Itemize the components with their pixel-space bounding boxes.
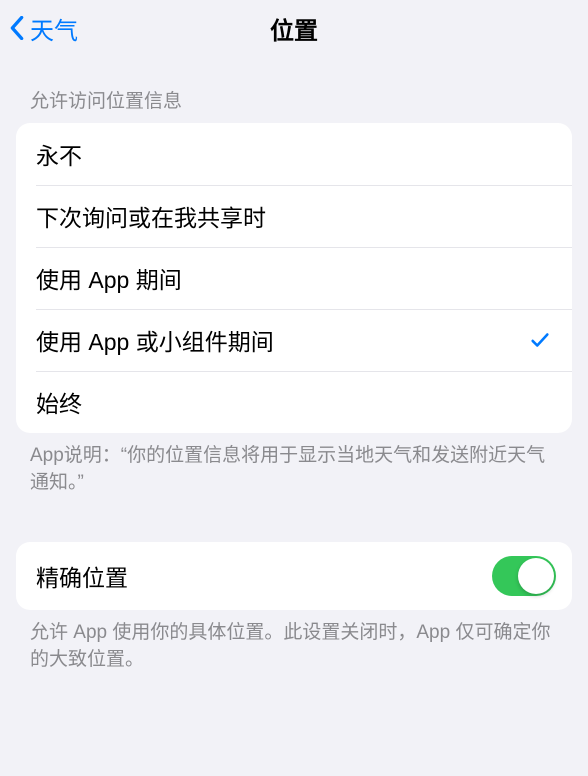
location-option-row[interactable]: 使用 App 期间 bbox=[16, 247, 572, 309]
location-access-group: 永不下次询问或在我共享时使用 App 期间使用 App 或小组件期间始终 bbox=[16, 123, 572, 433]
nav-bar: 天气 位置 bbox=[0, 0, 588, 56]
location-option-label: 使用 App 期间 bbox=[36, 261, 182, 295]
location-option-row[interactable]: 始终 bbox=[16, 371, 572, 433]
section-footer-app-explanation: App说明：“你的位置信息将用于显示当地天气和发送附近天气通知。” bbox=[0, 433, 588, 496]
location-option-label: 使用 App 或小组件期间 bbox=[36, 323, 274, 357]
chevron-left-icon bbox=[8, 14, 26, 42]
location-option-label: 永不 bbox=[36, 137, 82, 171]
checkmark-icon bbox=[528, 328, 552, 352]
content: 允许访问位置信息 永不下次询问或在我共享时使用 App 期间使用 App 或小组… bbox=[0, 56, 588, 673]
precise-location-group: 精确位置 bbox=[16, 542, 572, 610]
back-label: 天气 bbox=[30, 11, 78, 46]
back-button[interactable]: 天气 bbox=[8, 11, 78, 46]
precise-location-toggle[interactable] bbox=[492, 556, 556, 596]
location-option-row[interactable]: 下次询问或在我共享时 bbox=[16, 185, 572, 247]
page-title: 位置 bbox=[0, 11, 588, 46]
section-footer-precise-location: 允许 App 使用你的具体位置。此设置关闭时，App 仅可确定你的大致位置。 bbox=[0, 610, 588, 673]
spacer bbox=[0, 496, 588, 542]
location-option-label: 始终 bbox=[36, 385, 82, 419]
toggle-knob bbox=[518, 558, 554, 594]
precise-location-label: 精确位置 bbox=[36, 559, 128, 593]
section-header-location-access: 允许访问位置信息 bbox=[0, 86, 588, 123]
location-option-label: 下次询问或在我共享时 bbox=[36, 199, 266, 233]
location-option-row[interactable]: 使用 App 或小组件期间 bbox=[16, 309, 572, 371]
precise-location-row[interactable]: 精确位置 bbox=[16, 542, 572, 610]
location-option-row[interactable]: 永不 bbox=[16, 123, 572, 185]
